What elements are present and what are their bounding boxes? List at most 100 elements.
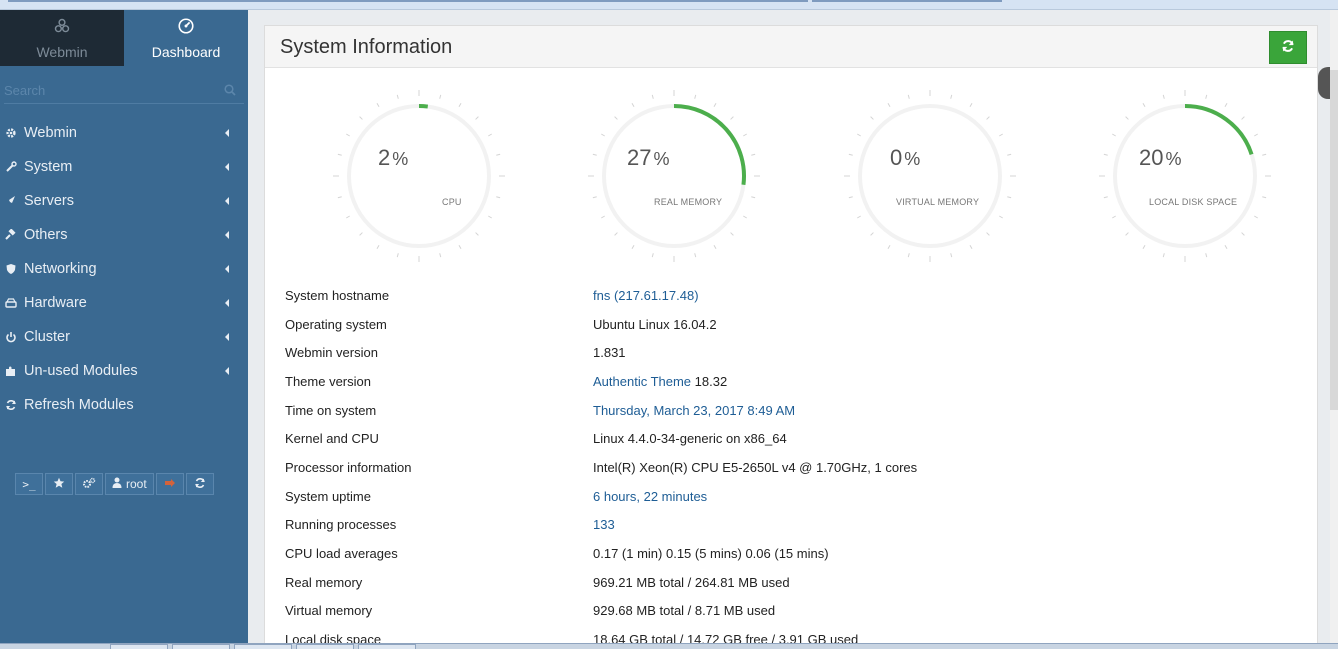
gauge-tick <box>1224 245 1228 249</box>
tab-webmin-label: Webmin <box>36 43 88 60</box>
gauge-tick <box>907 253 910 258</box>
gauge-tick <box>730 116 734 120</box>
caret-left-icon <box>225 197 229 205</box>
table-row: System hostname fns (217.61.17.48) <box>285 281 1285 310</box>
gauge-tick <box>713 245 717 249</box>
tab-strip-segment <box>8 0 808 2</box>
gauge-tick <box>986 116 990 120</box>
table-row: Real memory 969.21 MB total / 264.81 MB … <box>285 568 1285 597</box>
gauge-label: CPU <box>442 197 462 207</box>
gauge-label: REAL MEMORY <box>654 197 723 207</box>
search-input[interactable] <box>4 78 244 102</box>
gauge-tick <box>848 153 853 156</box>
refresh-icon <box>1281 39 1295 56</box>
hostname-link[interactable]: fns (217.61.17.48) <box>593 288 699 303</box>
uptime-link[interactable]: 6 hours, 22 minutes <box>593 489 707 504</box>
gauge-tick <box>1254 215 1258 219</box>
refresh-button[interactable] <box>1269 31 1307 64</box>
info-key: System uptime <box>285 488 371 504</box>
table-row: Webmin version 1.831 <box>285 338 1285 367</box>
info-value: Linux 4.4.0-34-generic on x86_64 <box>593 431 787 447</box>
processes-link[interactable]: 133 <box>593 517 615 532</box>
gauge-tick <box>614 116 618 120</box>
gauge-tick <box>346 133 350 137</box>
logout-button[interactable] <box>155 473 184 495</box>
info-key: Real memory <box>285 574 363 590</box>
gauge-tick <box>969 103 973 107</box>
gauge-tick <box>592 196 597 199</box>
gauge-tick <box>730 232 734 236</box>
user-name: root <box>126 477 147 491</box>
sidebar-item-networking[interactable]: Networking <box>0 252 248 286</box>
gauge-tick <box>376 245 380 249</box>
caret-left-icon <box>225 265 229 273</box>
sidebar-item-label: System <box>24 159 73 175</box>
sidebar-item-label: Un-used Modules <box>24 363 138 379</box>
gauge-track <box>347 104 491 248</box>
favorites-button[interactable] <box>45 473 73 495</box>
gauge-tick <box>1103 196 1108 199</box>
user-button[interactable]: root <box>105 473 154 495</box>
gauge-real-memory: 27% REAL MEMORY <box>584 86 764 266</box>
gauge-tick <box>887 245 891 249</box>
sidebar-item-others[interactable]: Others <box>0 218 248 252</box>
gauge-tick <box>999 133 1003 137</box>
sidebar-item-hardware[interactable]: Hardware <box>0 286 248 320</box>
taskbar-tab <box>358 644 416 649</box>
scrollbar-thumb[interactable] <box>1330 70 1338 410</box>
rocket-icon <box>4 194 18 208</box>
page-scrollbar[interactable] <box>1330 10 1338 643</box>
info-value: 133 <box>593 517 615 532</box>
info-key: Kernel and CPU <box>285 431 379 447</box>
gauge-tick <box>1205 94 1208 99</box>
sidebar-item-servers[interactable]: Servers <box>0 184 248 218</box>
sidebar-item-unused-modules[interactable]: Un-used Modules <box>0 354 248 388</box>
refresh-icon <box>194 477 206 492</box>
theme-version-number: 18.32 <box>691 373 728 389</box>
gauge-tick <box>713 103 717 107</box>
gauge-dial <box>844 90 1016 262</box>
tab-webmin[interactable]: Webmin <box>0 10 124 66</box>
gauge-dial <box>1099 90 1271 262</box>
gauge-value: 0% <box>890 145 921 170</box>
taskbar-tab <box>172 644 230 649</box>
shield-icon <box>4 262 18 276</box>
sidebar: Webmin Dashboard Webmin System Servers <box>0 10 248 643</box>
gauge-virtual-memory: 0% VIRTUAL MEMORY <box>840 86 1020 266</box>
sidebar-item-system[interactable]: System <box>0 150 248 184</box>
gauge-tick <box>1262 153 1267 156</box>
gauge-label: LOCAL DISK SPACE <box>1149 197 1238 207</box>
sidebar-item-label: Networking <box>24 261 97 277</box>
search-icon[interactable] <box>224 84 236 99</box>
terminal-button[interactable]: >_ <box>15 473 43 495</box>
sidebar-item-webmin[interactable]: Webmin <box>0 116 248 150</box>
info-key: Time on system <box>285 402 377 418</box>
time-link[interactable]: Thursday, March 23, 2017 8:49 AM <box>593 403 795 418</box>
gauge-tick <box>857 215 861 219</box>
panel-header: System Information <box>265 26 1317 68</box>
taskbar-strip <box>0 643 1338 649</box>
reload-button[interactable] <box>185 473 214 495</box>
gauge-tick <box>1125 232 1129 236</box>
caret-left-icon <box>225 367 229 375</box>
gauge-tick <box>601 215 605 219</box>
theme-link[interactable]: Authentic Theme <box>593 374 691 389</box>
theme-settings-button[interactable] <box>75 473 103 495</box>
table-row: CPU load averages 0.17 (1 min) 0.15 (5 m… <box>285 539 1285 568</box>
gauge-tick <box>743 133 747 137</box>
gauge-tick <box>1007 153 1012 156</box>
gauge-tick <box>887 103 891 107</box>
gauge-tick <box>1254 133 1258 137</box>
page-title: System Information <box>280 36 453 58</box>
sidebar-item-refresh-modules[interactable]: Refresh Modules <box>0 388 248 422</box>
gauge-tick <box>743 215 747 219</box>
sidebar-item-cluster[interactable]: Cluster <box>0 320 248 354</box>
table-row: Operating system Ubuntu Linux 16.04.2 <box>285 310 1285 339</box>
info-value: Intel(R) Xeon(R) CPU E5-2650L v4 @ 1.70G… <box>593 459 918 475</box>
tab-dashboard-label: Dashboard <box>151 43 221 60</box>
gauge-tick <box>1103 153 1108 156</box>
caret-left-icon <box>225 231 229 239</box>
info-value: 1.831 <box>593 345 626 361</box>
info-value: Ubuntu Linux 16.04.2 <box>593 316 717 332</box>
tab-dashboard[interactable]: Dashboard <box>124 10 248 66</box>
